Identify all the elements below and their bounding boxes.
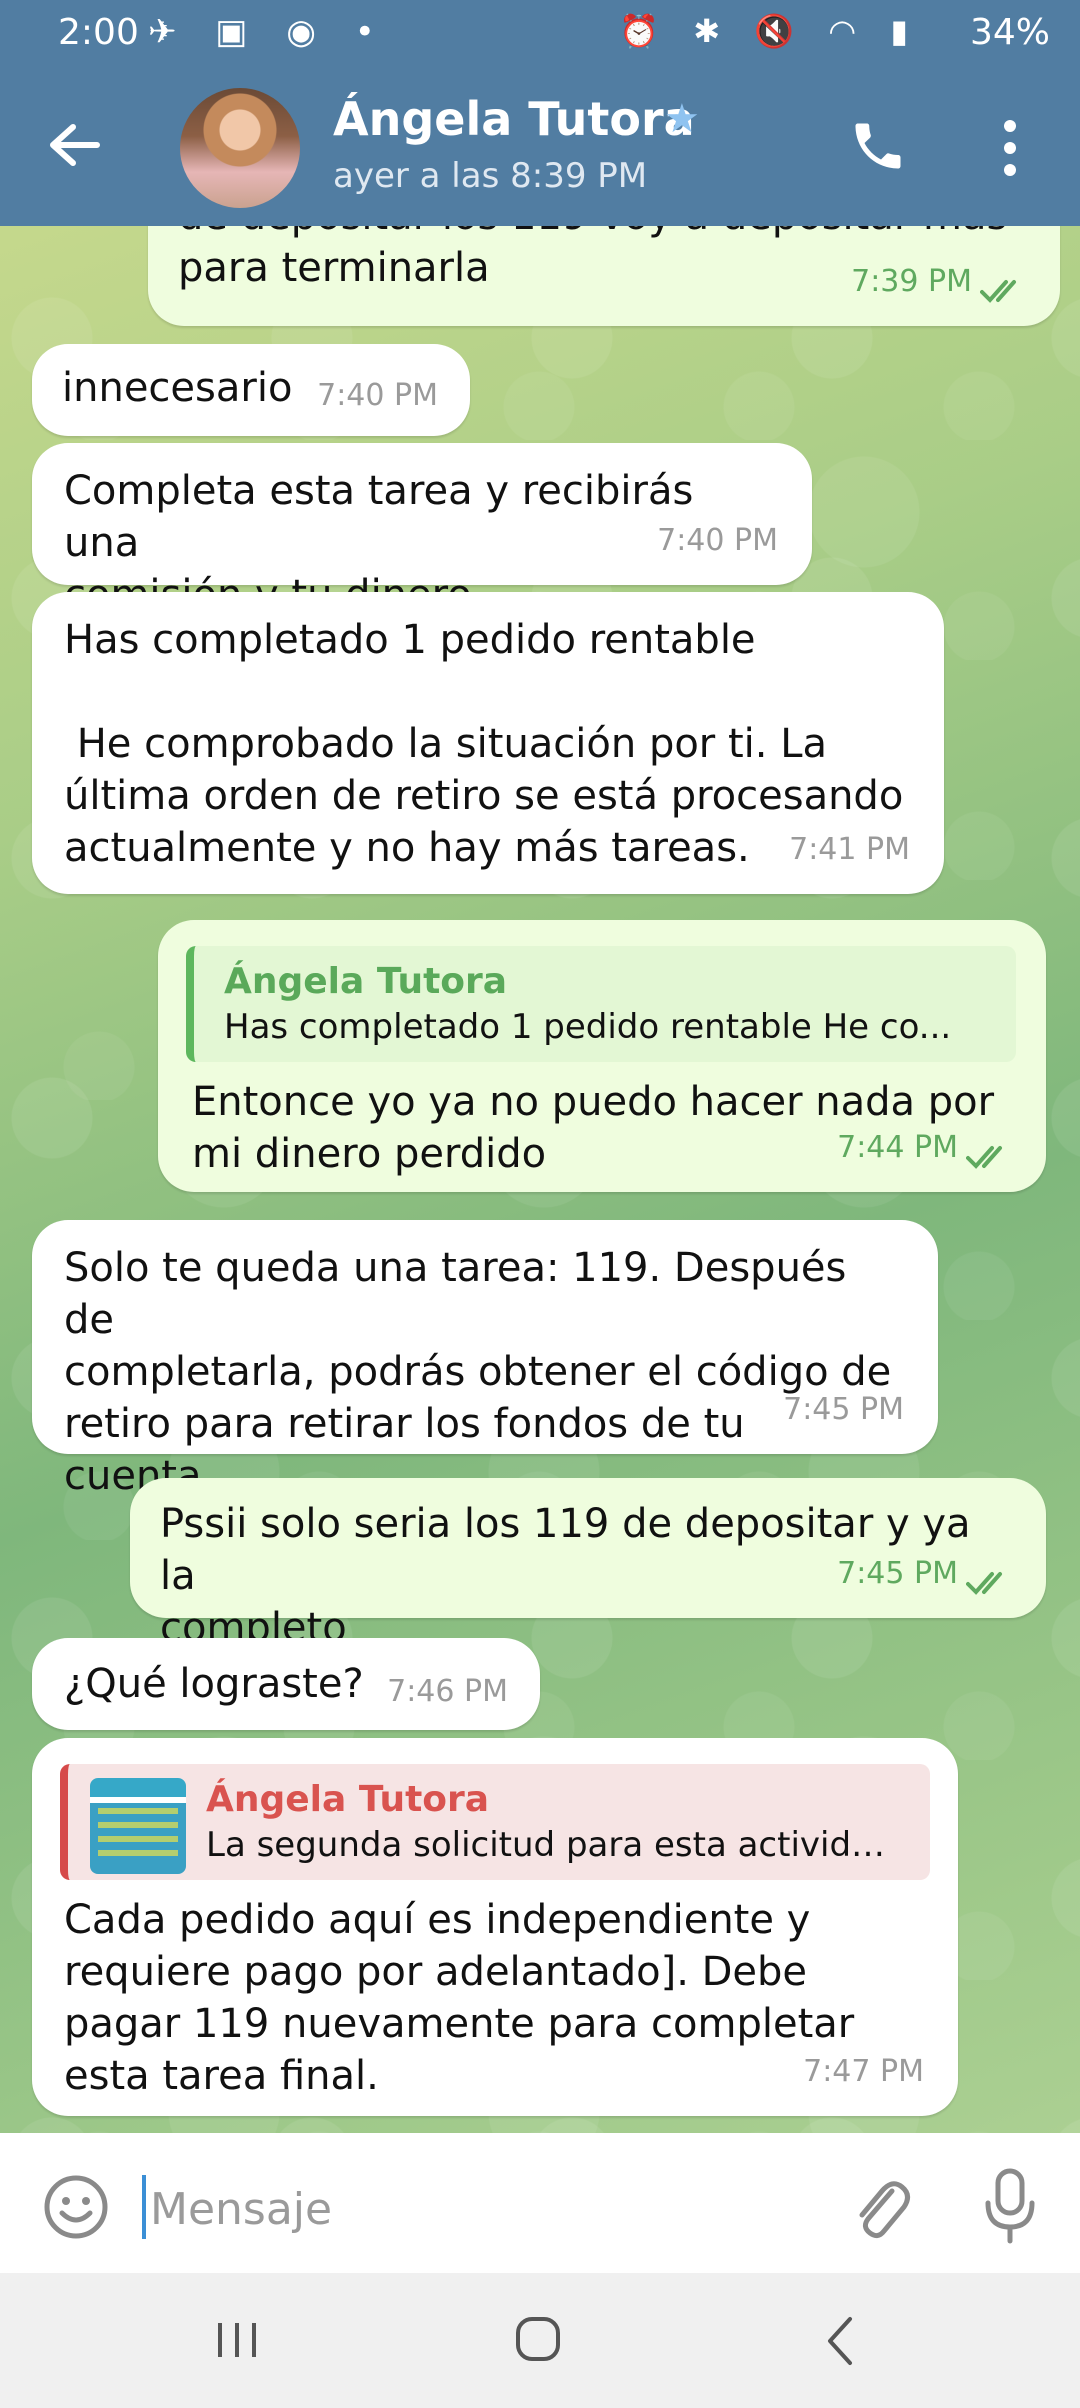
text-caret (142, 2175, 146, 2239)
message-time: 7:39 PM (851, 264, 972, 299)
message-bubble[interactable]: Pssii solo seria los 119 de depositar y … (130, 1478, 1046, 1651)
reply-thumbnail (90, 1778, 186, 1874)
back-button[interactable] (42, 112, 108, 178)
reply-sender: Ángela Tutora (224, 961, 508, 1002)
message-time: 7:46 PM (387, 1674, 508, 1709)
reply-text: La segunda solicitud para esta activida.… (206, 1825, 904, 1865)
message-time: 7:45 PM (783, 1392, 904, 1427)
voice-message-button[interactable] (980, 2167, 1040, 2247)
contact-avatar[interactable] (180, 88, 300, 208)
message-time: 7:40 PM (317, 378, 438, 413)
reply-sender: Ángela Tutora (206, 1779, 490, 1820)
message-text: Has completado 1 pedido rentable He comp… (64, 617, 904, 871)
message-text: Cada pedido aquí es independiente y requ… (64, 1897, 855, 2099)
notification-icons: ✈ ▣ ◉ • (148, 12, 389, 52)
message-time: 7:44 PM (837, 1130, 958, 1165)
mic-icon (985, 2168, 1035, 2244)
nav-home-icon (516, 2317, 560, 2361)
phone-icon (855, 123, 901, 169)
system-navigation-bar (0, 2273, 1080, 2408)
recent-apps-button[interactable] (212, 2315, 262, 2365)
emoji-icon (44, 2175, 108, 2239)
message-text: Solo te queda una tarea: 119. Después de… (64, 1245, 892, 1499)
contact-name[interactable]: Ángela Tutora (333, 92, 695, 146)
nav-back-icon (828, 2317, 852, 2365)
attach-icon (859, 2181, 910, 2239)
more-vertical-icon (1004, 120, 1016, 176)
system-status-icons: ⏰ ✱ 🔇 ◠ ▮ (619, 12, 920, 50)
message-time: 7:41 PM (789, 832, 910, 867)
message-bubble[interactable]: Ángela Tutora Has completado 1 pedido re… (158, 920, 1046, 1192)
double-check-icon (966, 1572, 1002, 1595)
back-arrow-icon (50, 124, 100, 166)
message-bubble[interactable]: Solo te queda una tarea: 119. Después de… (32, 1220, 938, 1499)
call-button[interactable] (848, 116, 908, 176)
double-check-icon (966, 1146, 1002, 1169)
emoji-button[interactable] (42, 2173, 110, 2241)
double-check-icon (980, 280, 1016, 303)
system-back-button[interactable] (820, 2313, 860, 2369)
nav-recent-icon (218, 2323, 256, 2357)
reply-preview[interactable]: Ángela Tutora La segunda solicitud para … (60, 1764, 930, 1880)
last-seen-status: ayer a las 8:39 PM (333, 156, 648, 196)
message-input[interactable] (148, 2173, 792, 2245)
message-time: 7:45 PM (837, 1556, 958, 1591)
message-bubble[interactable]: Completa esta tarea y recibirás una comi… (32, 443, 812, 618)
message-bubble[interactable]: innecesario 7:40 PM (32, 344, 470, 436)
star-icon: ★ (664, 96, 700, 142)
message-time: 7:40 PM (657, 523, 778, 558)
message-time: 7:47 PM (803, 2054, 924, 2089)
reply-text: Has completado 1 pedido rentable He co..… (224, 1007, 952, 1047)
message-bubble[interactable]: Has completado 1 pedido rentable He comp… (32, 592, 944, 894)
attach-button[interactable] (848, 2173, 912, 2243)
message-bubble[interactable]: ¿Qué lograste? 7:46 PM (32, 1638, 540, 1730)
chat-header: 2:00 ✈ ▣ ◉ • ⏰ ✱ 🔇 ◠ ▮ 34% Ángela Tutora… (0, 0, 1080, 226)
more-options-button[interactable] (990, 116, 1030, 180)
status-bar: 2:00 ✈ ▣ ◉ • ⏰ ✱ 🔇 ◠ ▮ 34% (0, 0, 1080, 70)
reply-preview[interactable]: Ángela Tutora Has completado 1 pedido re… (186, 946, 1016, 1062)
message-bubble[interactable]: Ángela Tutora La segunda solicitud para … (32, 1738, 958, 2116)
battery-level: 34% (969, 12, 1050, 53)
status-time: 2:00 (58, 12, 139, 53)
message-composer (0, 2133, 1080, 2273)
home-button[interactable] (512, 2313, 564, 2365)
